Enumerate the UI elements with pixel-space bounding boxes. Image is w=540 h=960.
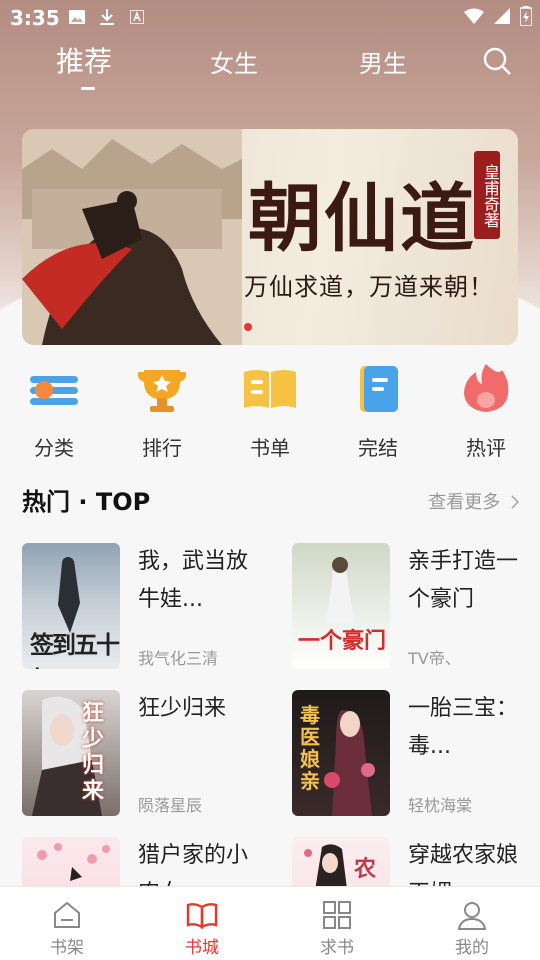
tab-male[interactable]: 男生 [359, 44, 407, 79]
section-title: 热门 · TOP [22, 488, 151, 516]
nav-profile[interactable]: 我的 [432, 899, 512, 958]
signal-icon [494, 8, 510, 28]
nav-label: 求书 [320, 938, 354, 958]
book-card[interactable]: 一个豪门 亲手打造一个豪门 TV帝、 [292, 543, 532, 671]
tab-indicator [81, 87, 95, 90]
battery-icon [519, 6, 533, 30]
book-list-icon [244, 370, 296, 408]
nav-label: 我的 [455, 938, 489, 958]
category-classify[interactable]: 分类 [14, 360, 94, 461]
nav-label: 书城 [185, 938, 219, 958]
book-card[interactable]: 狂少归来 狂少归来 陨落星辰 [22, 690, 262, 818]
trophy-icon [138, 370, 186, 412]
category-booklist[interactable]: 书单 [230, 360, 310, 461]
category-row: 分类 排行 书单 完结 热评 [0, 350, 540, 460]
grid-icon [323, 901, 351, 929]
hot-section-header: 热门 · TOP 查看更多 [22, 482, 522, 518]
nav-bookshelf[interactable]: 书架 [27, 899, 107, 958]
top-tabs: 推荐 女生 男生 [0, 40, 540, 95]
banner-title: 朝仙道 [248, 176, 476, 262]
nav-request-book[interactable]: 求书 [297, 899, 377, 958]
banner-artwork [22, 129, 242, 345]
book-cover: 狂少归来 [22, 690, 120, 816]
book-cover: 签到五十年 [22, 543, 120, 669]
book-card[interactable]: 签到五十年 我，武当放牛娃... 我气化三清 [22, 543, 262, 671]
image-icon [68, 8, 86, 26]
book-author: TV帝、 [408, 649, 461, 668]
wifi-icon [464, 8, 484, 28]
cover-text: 一个豪门 [298, 628, 387, 654]
banner-author-seal: 皇甫奇著 [474, 151, 500, 239]
category-hot-comments[interactable]: 热评 [446, 360, 526, 461]
bookshelf-icon [54, 901, 80, 928]
category-completed[interactable]: 完结 [338, 360, 418, 461]
book-author: 陨落星辰 [138, 796, 203, 815]
search-icon[interactable] [482, 46, 512, 76]
category-label: 热评 [466, 436, 506, 460]
cover-text: 签到五十年 [30, 630, 120, 669]
category-label: 排行 [142, 436, 182, 460]
flame-icon [464, 364, 509, 412]
category-label: 完结 [358, 436, 398, 460]
book-author: 我气化三清 [138, 649, 219, 668]
font-icon [128, 8, 146, 26]
book-card[interactable]: 毒医娘亲 一胎三宝：毒... 轻枕海棠 [292, 690, 532, 818]
book-title: 亲手打造一个豪门 [408, 549, 518, 612]
book-cover: 一个豪门 [292, 543, 390, 669]
bookstore-icon [186, 903, 218, 930]
book-title: 一胎三宝：毒... [408, 696, 518, 759]
category-icon [30, 376, 78, 405]
category-label: 分类 [34, 436, 74, 460]
status-time: 3:35 [10, 6, 60, 30]
tab-recommend[interactable]: 推荐 [56, 40, 112, 80]
category-ranking[interactable]: 排行 [122, 360, 202, 461]
see-more-link[interactable]: 查看更多 [428, 488, 520, 514]
book-title: 狂少归来 [138, 696, 227, 721]
completed-book-icon [360, 366, 398, 412]
nav-bookstore[interactable]: 书城 [162, 899, 242, 958]
status-bar: 3:35 [0, 0, 540, 36]
category-label: 书单 [250, 436, 290, 460]
cover-text: 狂少归来 [82, 700, 105, 804]
download-icon [98, 8, 116, 26]
banner-subtitle: 万仙求道，万道来朝！ [244, 273, 494, 301]
book-title: 我，武当放牛娃... [138, 549, 248, 612]
book-author: 轻枕海棠 [408, 796, 473, 815]
book-cover: 毒医娘亲 [292, 690, 390, 816]
cover-text: 农 [354, 856, 377, 882]
banner-pager-dot[interactable] [244, 323, 252, 331]
banner[interactable]: 朝仙道 皇甫奇著 万仙求道，万道来朝！ [22, 129, 518, 345]
user-icon [457, 902, 487, 930]
bottom-nav: 书架 书城 求书 我的 [0, 886, 540, 960]
tab-female[interactable]: 女生 [210, 44, 258, 79]
chevron-right-icon [511, 495, 520, 509]
nav-label: 书架 [50, 938, 84, 958]
see-more-label: 查看更多 [428, 492, 501, 513]
cover-text: 毒医娘亲 [300, 703, 320, 793]
